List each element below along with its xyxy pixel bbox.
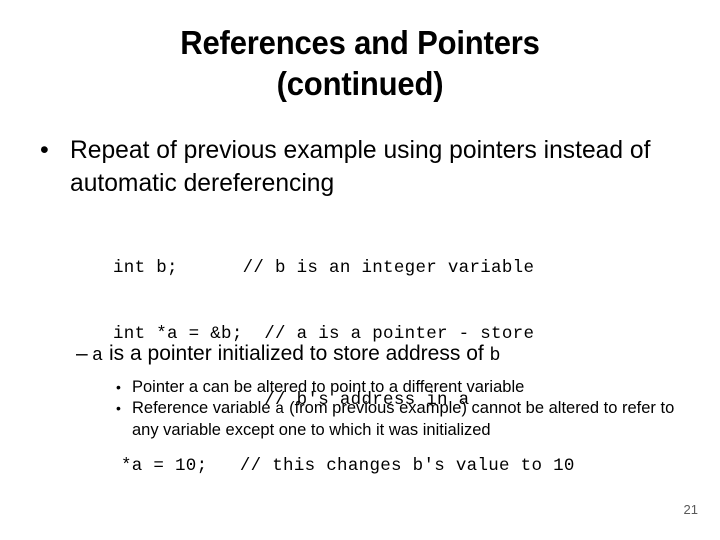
- bullet-level-3-item-2: • Reference variable a (from previous ex…: [116, 398, 686, 441]
- bullet-level-2-text: a is a pointer initialized to store addr…: [92, 340, 696, 370]
- bullet-level-2-middle: is a pointer initialized to store addres…: [103, 342, 490, 365]
- bullet-level-1-text: Repeat of previous example using pointer…: [70, 136, 651, 197]
- bullet-level-1: • Repeat of previous example using point…: [40, 134, 690, 200]
- bullet-level-3-group: • Pointer a can be altered to point to a…: [116, 377, 686, 441]
- dash-marker-icon: –: [76, 342, 88, 365]
- code-line-4: *a = 10; // this changes b's value to 10: [121, 456, 575, 476]
- slide-title: References and Pointers (continued): [0, 22, 720, 104]
- bullet-text-before: Reference variable: [132, 399, 276, 417]
- bullet-level-3-item-1: • Pointer a can be altered to point to a…: [116, 377, 686, 398]
- bullet-level-3-text-2: Reference variable a (from previous exam…: [132, 398, 686, 441]
- code-var-b: b: [489, 346, 501, 366]
- bullet-marker-icon: •: [40, 136, 49, 164]
- sub-bullet-marker-icon: •: [116, 379, 121, 395]
- bullet-level-3-text-1: Pointer a can be altered to point to a d…: [132, 378, 525, 396]
- title-line-1: References and Pointers: [180, 24, 540, 61]
- code-line-1: int b; // b is an integer variable: [113, 258, 535, 278]
- slide: References and Pointers (continued) • Re…: [0, 0, 720, 540]
- title-line-2: (continued): [276, 65, 444, 102]
- page-number: 21: [683, 502, 698, 517]
- sub-bullet-marker-icon: •: [116, 400, 121, 416]
- code-var-a: a: [92, 346, 104, 366]
- bullet-level-2: – a is a pointer initialized to store ad…: [76, 340, 696, 370]
